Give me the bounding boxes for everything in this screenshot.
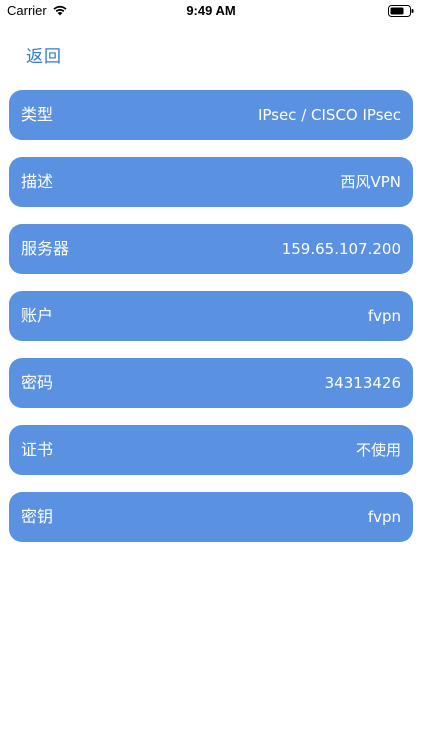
row-label-description: 描述: [21, 172, 54, 191]
row-value-type: IPsec / CISCO IPsec: [257, 106, 401, 124]
row-label-type: 类型: [21, 105, 54, 124]
row-value-account: fvpn: [367, 307, 401, 325]
status-time: 9:49 AM: [186, 3, 236, 18]
row-type[interactable]: 类型 IPsec / CISCO IPsec: [9, 90, 413, 140]
row-password[interactable]: 密码 34313426: [9, 358, 413, 408]
battery-icon: [388, 5, 414, 17]
row-label-server: 服务器: [21, 239, 70, 258]
status-bar: Carrier 9:49 AM: [0, 0, 422, 22]
back-button[interactable]: 返回: [26, 42, 62, 67]
row-label-account: 账户: [21, 306, 54, 325]
row-value-certificate: 不使用: [355, 441, 401, 459]
row-label-password: 密码: [21, 373, 54, 392]
row-value-secret-key: fvpn: [367, 508, 401, 526]
row-label-secret-key: 密钥: [21, 507, 54, 526]
row-server[interactable]: 服务器 159.65.107.200: [9, 224, 413, 274]
row-secret-key[interactable]: 密钥 fvpn: [9, 492, 413, 542]
vpn-config-list: 类型 IPsec / CISCO IPsec 描述 西风VPN 服务器 159.…: [9, 90, 413, 559]
row-value-description: 西风VPN: [340, 173, 401, 191]
row-description[interactable]: 描述 西风VPN: [9, 157, 413, 207]
row-label-certificate: 证书: [21, 440, 54, 459]
row-account[interactable]: 账户 fvpn: [9, 291, 413, 341]
row-certificate[interactable]: 证书 不使用: [9, 425, 413, 475]
row-value-server: 159.65.107.200: [281, 240, 401, 258]
row-value-password: 34313426: [324, 374, 401, 392]
